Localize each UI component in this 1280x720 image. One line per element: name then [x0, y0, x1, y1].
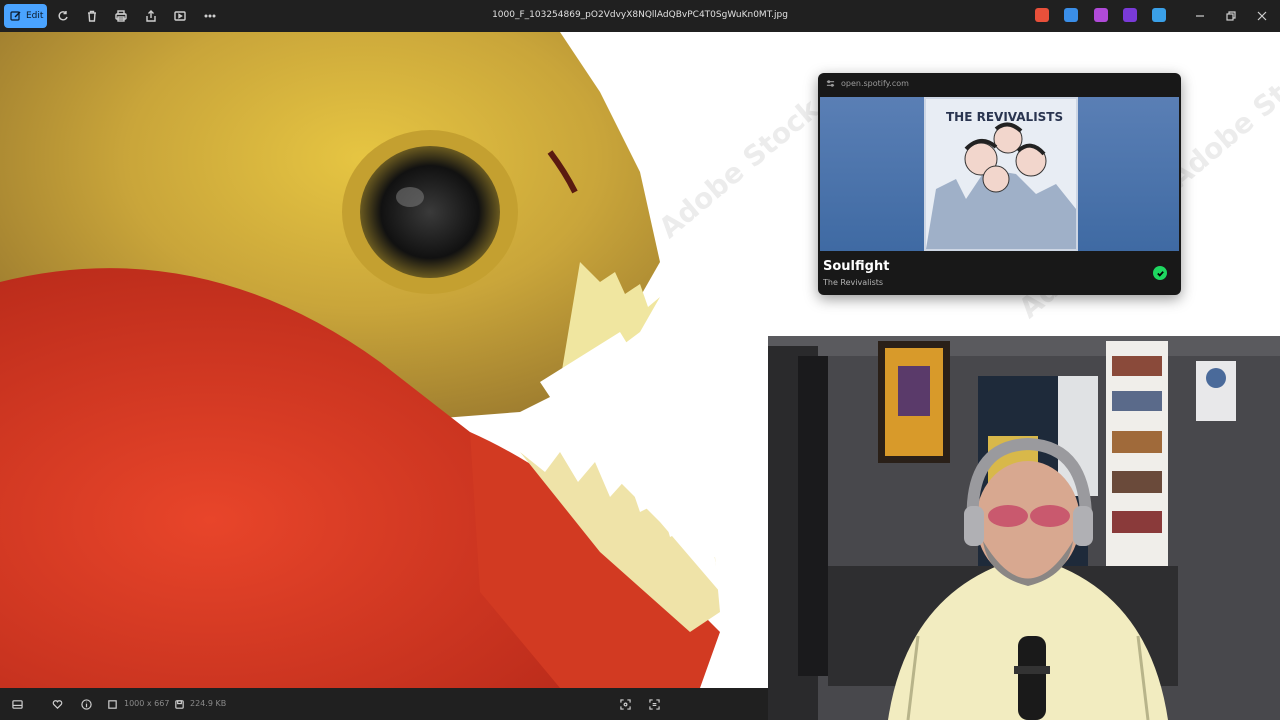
webcam-scene-illustration [768, 336, 1280, 720]
tray-app-5-icon[interactable] [1152, 8, 1166, 22]
info-icon [80, 698, 92, 710]
print-button[interactable] [111, 6, 131, 26]
fit-screen-icon [619, 698, 631, 710]
file-info-button[interactable] [78, 696, 94, 712]
favorite-button[interactable] [49, 696, 65, 712]
actual-size-button[interactable] [646, 696, 662, 712]
restore-icon [1226, 11, 1236, 21]
rotate-icon [58, 11, 68, 21]
file-name: 1000_F_103254869_pO2VdvyX8NQllAdQBvPC4T0… [492, 10, 788, 20]
webcam-overlay [768, 336, 1280, 720]
checkmark-icon [1156, 270, 1164, 277]
artist-name[interactable]: The Revivalists [823, 278, 883, 287]
close-icon [1257, 11, 1267, 21]
close-button[interactable] [1252, 6, 1272, 26]
spotify-url: open.spotify.com [841, 79, 909, 88]
print-icon [115, 10, 127, 22]
minimize-button[interactable] [1190, 6, 1210, 26]
filmstrip-toggle-button[interactable] [9, 696, 25, 712]
file-size: 224.9 KB [190, 699, 227, 708]
edit-label: Edit [26, 11, 44, 21]
share-button[interactable] [141, 6, 161, 26]
share-icon [146, 10, 156, 22]
more-options-button[interactable] [200, 6, 220, 26]
heart-icon [52, 699, 62, 709]
piranha-illustration [0, 32, 768, 688]
fit-to-window-button[interactable] [617, 696, 633, 712]
image-size-icon [107, 699, 117, 709]
edit-pencil-icon [10, 11, 21, 21]
track-title[interactable]: Soulfight [823, 259, 889, 274]
image-dimensions: 1000 x 667 [124, 699, 170, 708]
tray-app-2-icon[interactable] [1064, 8, 1078, 22]
delete-icon [88, 10, 96, 22]
slideshow-button[interactable] [170, 6, 190, 26]
edit-button[interactable]: Edit [4, 4, 47, 28]
album-art-illustration: THE REVIVALISTS [926, 99, 1076, 249]
tray-app-4-icon[interactable] [1123, 8, 1137, 22]
album-banner: THE REVIVALISTS [820, 97, 1179, 251]
site-settings-icon [826, 80, 835, 87]
tray-app-3-icon[interactable] [1094, 8, 1108, 22]
piranha-photo [0, 32, 768, 688]
saved-to-library-button[interactable] [1153, 266, 1167, 280]
album-cover[interactable]: THE REVIVALISTS [924, 97, 1078, 251]
restore-button[interactable] [1221, 6, 1241, 26]
minimize-icon [1196, 15, 1204, 17]
tray-app-1-icon[interactable] [1035, 8, 1049, 22]
more-icon [204, 14, 216, 18]
dimensions-icon [104, 696, 120, 712]
disk-icon [174, 699, 184, 709]
spotify-now-playing-popup[interactable]: open.spotify.com THE REVIVALISTS Soulfig [818, 73, 1181, 295]
actual-size-icon [648, 698, 660, 710]
delete-button[interactable] [82, 6, 102, 26]
status-bar: 1000 x 667 224.9 KB [0, 688, 768, 720]
file-size-icon [171, 696, 187, 712]
title-toolbar: Edit 1000_F_103254869_pO2VdvyX8NQllAdQBv… [0, 0, 1280, 32]
album-art-text: THE REVIVALISTS [946, 110, 1063, 124]
slideshow-icon [174, 11, 186, 21]
rotate-button[interactable] [53, 6, 73, 26]
filmstrip-icon [11, 699, 23, 709]
spotify-url-bar: open.spotify.com [826, 79, 909, 88]
